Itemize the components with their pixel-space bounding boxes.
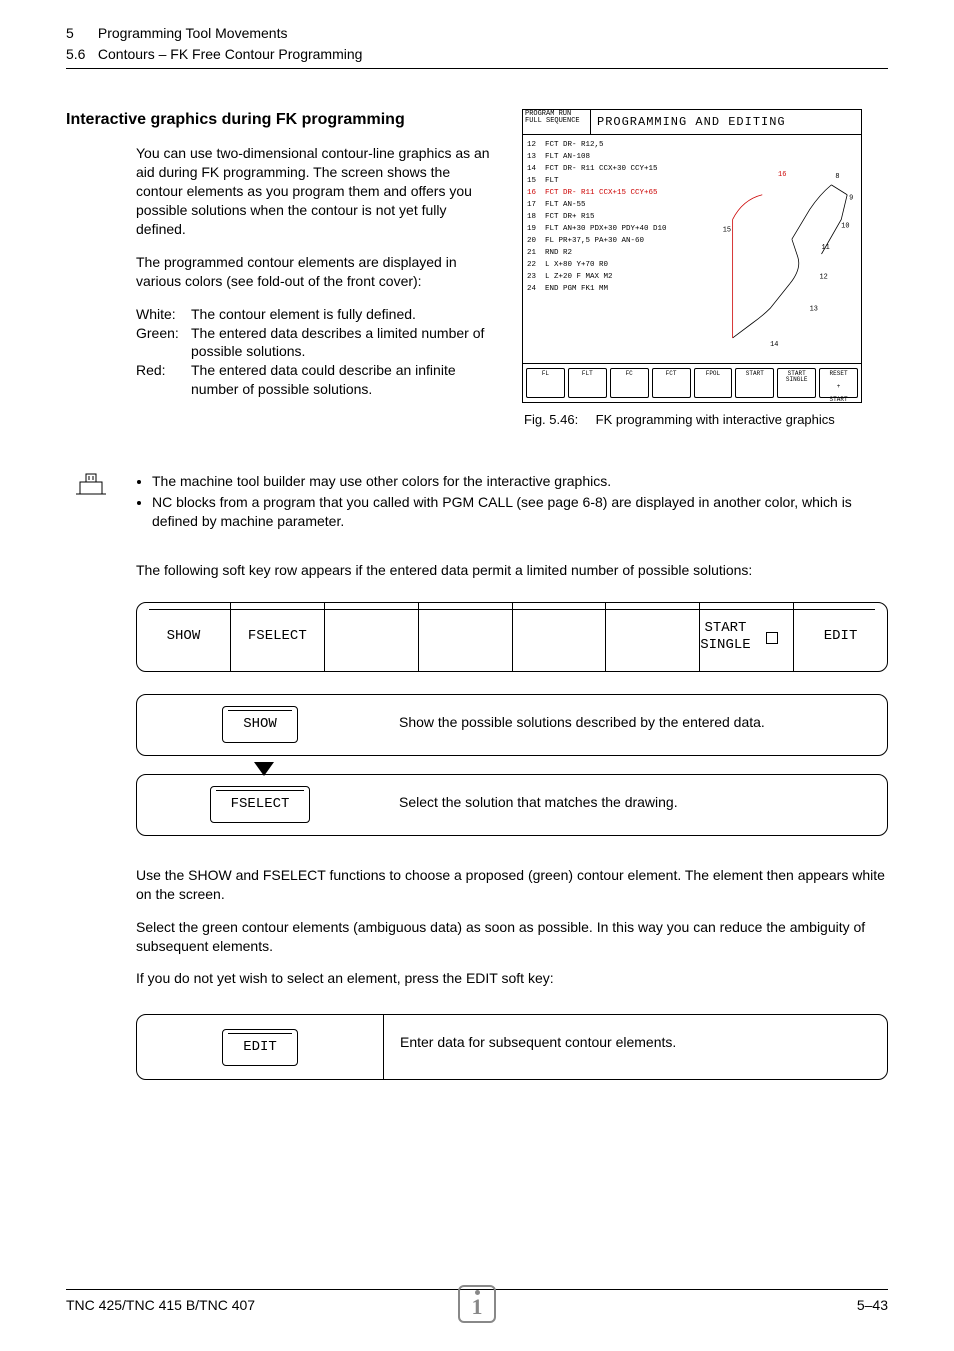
para-edit: If you do not yet wish to select an elem…: [136, 969, 888, 988]
intro-paragraph-2: The programmed contour elements are disp…: [136, 253, 496, 291]
note-bullet-1: The machine tool builder may use other c…: [152, 472, 888, 491]
svg-text:15: 15: [723, 226, 731, 234]
note-block: The machine tool builder may use other c…: [66, 472, 888, 533]
softkey-edit[interactable]: EDIT: [794, 603, 887, 671]
header-chapter: 5 Programming Tool Movements: [66, 24, 888, 43]
svg-text:8: 8: [835, 173, 839, 181]
screen-softkey[interactable]: FC: [610, 368, 649, 398]
program-line: 16 FCT DR- R11 CCX+15 CCY+65: [527, 187, 699, 199]
color-green-desc: The entered data describes a limited num…: [191, 324, 496, 362]
figure-caption-text: FK programming with interactive graphics: [596, 412, 835, 427]
screen-softkey[interactable]: FL: [526, 368, 565, 398]
softkey-fselect[interactable]: FSELECT: [210, 786, 311, 823]
figure-caption: Fig. 5.46: FK programming with interacti…: [524, 411, 862, 429]
color-green-label: Green:: [136, 324, 191, 362]
program-listing: 12 FCT DR- R12,513 FLT AN-10814 FCT DR- …: [523, 135, 703, 373]
section-heading: Interactive graphics during FK programmi…: [66, 109, 496, 131]
desc-row-fselect: FSELECT Select the solution that matches…: [136, 774, 888, 836]
svg-text:13: 13: [810, 305, 818, 313]
section-title: Contours – FK Free Contour Programming: [98, 46, 363, 62]
softkey-empty: [325, 603, 419, 671]
screen-softkey[interactable]: START: [735, 368, 774, 398]
note-bullet-2: NC blocks from a program that you called…: [152, 493, 888, 531]
program-line: 12 FCT DR- R12,5: [527, 139, 699, 151]
note-icon: [66, 472, 114, 503]
screen-softkey[interactable]: FCT: [652, 368, 691, 398]
softkey-show[interactable]: SHOW: [222, 706, 298, 743]
desc-fselect-text: Select the solution that matches the dra…: [383, 775, 887, 835]
softkey-empty: [606, 603, 700, 671]
screen-mode-box: PROGRAM RUN FULL SEQUENCE: [523, 110, 591, 134]
softkey-start[interactable]: STARTSINGLE: [700, 603, 794, 671]
softkey-fselect[interactable]: FSELECT: [231, 603, 325, 671]
program-line: 18 FCT DR+ R15: [527, 211, 699, 223]
screen-softkeys: FLFLTFCFCTFPOLSTARTSTARTSINGLERESET+STAR…: [523, 363, 861, 402]
para-limited: The following soft key row appears if th…: [136, 561, 888, 580]
program-line: 13 FLT AN-108: [527, 151, 699, 163]
desc-row-show: SHOW Show the possible solutions describ…: [136, 694, 888, 756]
program-line: 15 FLT: [527, 175, 699, 187]
program-line: 24 END PGM FK1 MM: [527, 283, 699, 295]
chapter-number: 5: [66, 24, 94, 43]
softkey-empty: [513, 603, 607, 671]
footer-right: 5–43: [857, 1296, 888, 1315]
header-rule: [66, 68, 888, 69]
intro-paragraph-1: You can use two-dimensional contour-line…: [136, 144, 496, 238]
screen-title: PROGRAMMING AND EDITING: [591, 110, 861, 134]
header-section: 5.6 Contours – FK Free Contour Programmi…: [66, 45, 888, 64]
program-line: 23 L Z+20 F MAX M2: [527, 271, 699, 283]
softkey-row: SHOWFSELECT STARTSINGLEEDIT: [136, 602, 888, 672]
program-line: 17 FLT AN-55: [527, 199, 699, 211]
desc-row-edit: EDIT Enter data for subsequent contour e…: [136, 1014, 888, 1080]
graphic-pane: 16 15 14 13 12 11 10 9 8: [703, 135, 861, 373]
color-red-desc: The entered data could describe an infin…: [191, 361, 496, 399]
chapter-title: Programming Tool Movements: [98, 25, 288, 41]
screen-softkey[interactable]: FPOL: [694, 368, 733, 398]
para-use: Use the SHOW and FSELECT functions to ch…: [136, 866, 888, 904]
figure-number: Fig. 5.46:: [524, 411, 592, 429]
svg-text:14: 14: [770, 341, 778, 349]
softkey-empty: [419, 603, 513, 671]
section-number: 5.6: [66, 45, 94, 64]
softkey-edit[interactable]: EDIT: [222, 1029, 298, 1066]
color-white-label: White:: [136, 305, 191, 324]
color-white-desc: The contour element is fully defined.: [191, 305, 496, 324]
svg-text:16: 16: [778, 171, 786, 179]
softkey-show[interactable]: SHOW: [137, 603, 231, 671]
program-line: 20 FL PR+37,5 PA+30 AN-60: [527, 235, 699, 247]
svg-text:12: 12: [820, 273, 828, 281]
desc-edit-text: Enter data for subsequent contour elemen…: [384, 1015, 887, 1079]
screen-figure: PROGRAM RUN FULL SEQUENCE PROGRAMMING AN…: [522, 109, 862, 403]
svg-text:10: 10: [841, 222, 849, 230]
program-line: 19 FLT AN+30 PDX+30 PDY+40 D10: [527, 223, 699, 235]
program-line: 21 RND R2: [527, 247, 699, 259]
desc-show-text: Show the possible solutions described by…: [383, 695, 887, 755]
svg-text:9: 9: [849, 194, 853, 202]
screen-softkey[interactable]: STARTSINGLE: [777, 368, 816, 398]
color-red-label: Red:: [136, 361, 191, 399]
program-line: 14 FCT DR- R11 CCX+30 CCY+15: [527, 163, 699, 175]
program-line: 22 L X+80 Y+70 R0: [527, 259, 699, 271]
svg-text:11: 11: [822, 244, 830, 252]
screen-softkey[interactable]: FLT: [568, 368, 607, 398]
color-legend: White: The contour element is fully defi…: [136, 305, 496, 399]
mode-line-2: FULL SEQUENCE: [525, 118, 588, 126]
info-icon: 1: [458, 1285, 496, 1323]
para-green: Select the green contour elements (ambig…: [136, 918, 888, 956]
footer-left: TNC 425/TNC 415 B/TNC 407: [66, 1296, 255, 1315]
screen-softkey[interactable]: RESET+START: [819, 368, 858, 398]
